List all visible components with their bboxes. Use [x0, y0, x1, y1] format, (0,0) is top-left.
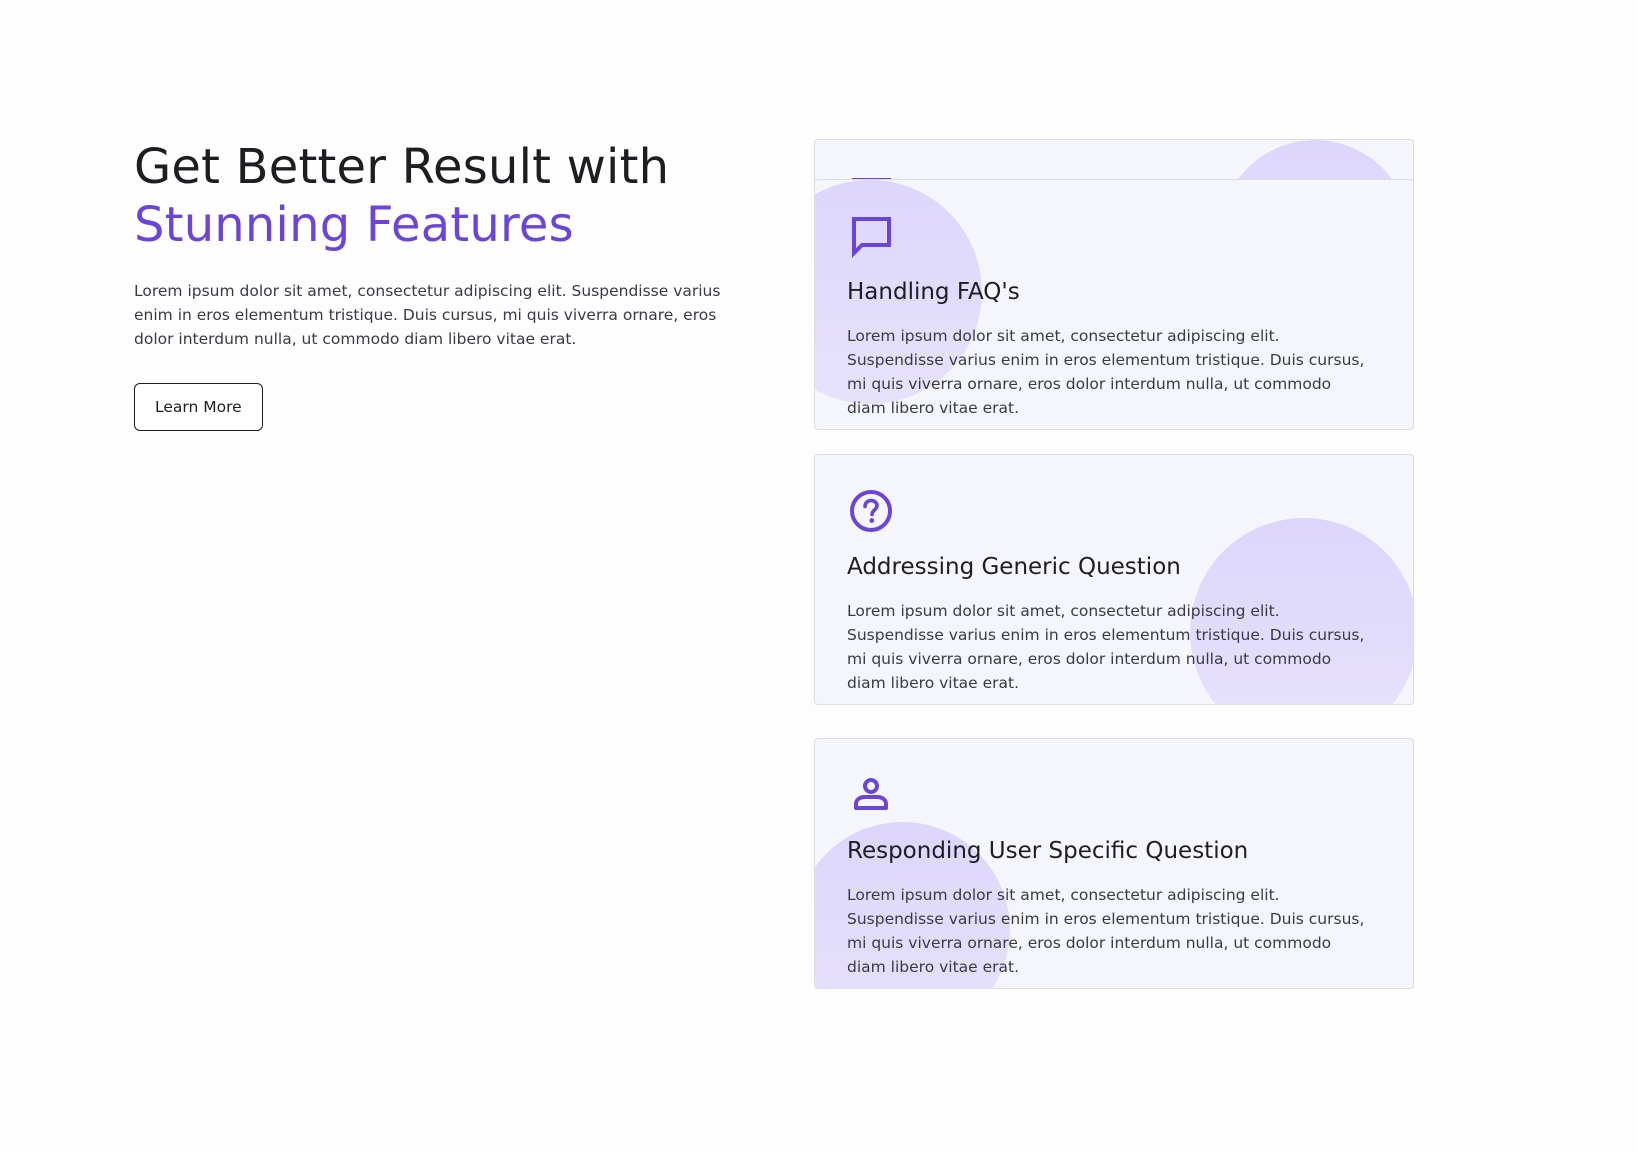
feature-card-generic-question: Addressing Generic Question Lorem ipsum …: [814, 454, 1414, 705]
intro: Get Better Result with Stunning Features…: [134, 138, 744, 431]
feature-title: Responding User Specific Question: [847, 838, 1249, 864]
heading-line-2-highlight: Stunning Features: [134, 197, 574, 253]
user-icon: [847, 771, 895, 819]
section-heading: Get Better Result with Stunning Features: [134, 138, 744, 254]
feature-card-user-question: Responding User Specific Question Lorem …: [814, 738, 1414, 989]
feature-title: Addressing Generic Question: [847, 554, 1181, 580]
heading-line-1: Get Better Result with: [134, 139, 670, 195]
feature-description: Lorem ipsum dolor sit amet, consectetur …: [847, 886, 1365, 976]
feature-description: Lorem ipsum dolor sit amet, consectetur …: [847, 602, 1365, 692]
feature-title: Handling FAQ's: [847, 279, 1020, 305]
chat-bubble-icon: [847, 212, 895, 260]
feature-card-faq: Handling FAQ's Lorem ipsum dolor sit ame…: [814, 179, 1414, 430]
feature-description: Lorem ipsum dolor sit amet, consectetur …: [847, 327, 1365, 417]
intro-description: Lorem ipsum dolor sit amet, consectetur …: [134, 282, 721, 348]
learn-more-button[interactable]: Learn More: [134, 383, 263, 431]
features-section: Get Better Result with Stunning Features…: [0, 0, 1638, 1152]
question-circle-icon: [847, 487, 895, 535]
